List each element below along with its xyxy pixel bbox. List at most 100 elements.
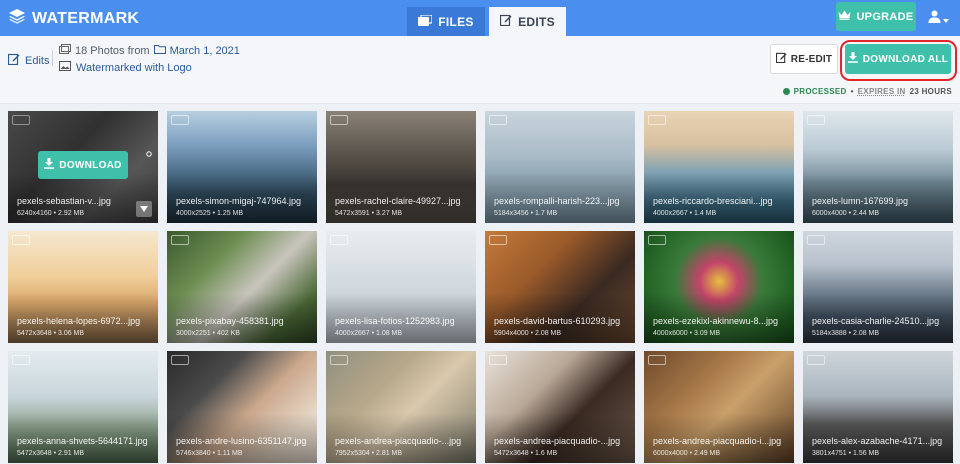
user-icon bbox=[928, 10, 941, 28]
photo-card[interactable]: pexels-andrea-piacquadio-i...jpg 6000x400… bbox=[644, 351, 794, 463]
breadcrumb-label: Edits bbox=[25, 54, 50, 67]
processing-status: PROCESSED • EXPIRES IN 23 HOURS bbox=[782, 87, 952, 96]
image-icon bbox=[59, 61, 71, 74]
watermark-logo bbox=[12, 355, 30, 365]
edit-type: Watermarked with Logo bbox=[76, 61, 192, 74]
watermark-logo bbox=[648, 235, 666, 245]
options-icon[interactable] bbox=[136, 201, 152, 217]
crown-icon bbox=[838, 10, 851, 23]
photo-count-line: 18 Photos from March 1, 2021 bbox=[59, 44, 240, 57]
photo-filename: pexels-casia-charlie-24510...jpg bbox=[812, 316, 940, 326]
photo-filename: pexels-lumn-167699.jpg bbox=[812, 196, 909, 206]
watermark-logo bbox=[12, 235, 30, 245]
photo-meta: 4000x2667 • 1.08 MB bbox=[335, 330, 403, 337]
photo-card[interactable]: pexels-rachel-claire-49927...jpg 5472x359… bbox=[326, 111, 476, 223]
tab-edits-label: EDITS bbox=[518, 14, 555, 29]
edit-icon bbox=[7, 53, 20, 68]
download-icon bbox=[847, 52, 858, 66]
photo-meta: 5904x4000 • 2.08 MB bbox=[494, 330, 562, 337]
photo-card[interactable]: pexels-anna-shvets-5644171.jpg 5472x3648 … bbox=[8, 351, 158, 463]
download-button[interactable]: DOWNLOAD bbox=[38, 151, 128, 179]
download-all-label: DOWNLOAD ALL bbox=[862, 53, 949, 65]
stack-layers-icon bbox=[8, 8, 26, 29]
photo-filename: pexels-andre-lusino-6351147.jpg bbox=[176, 436, 307, 446]
photo-filename: pexels-david-bartus-610293.jpg bbox=[494, 316, 621, 326]
photo-meta: 6000x4000 • 2.49 MB bbox=[653, 450, 721, 457]
caret-down-icon bbox=[943, 10, 949, 28]
photo-meta: 5472x3591 • 3.27 MB bbox=[335, 210, 403, 217]
download-all-button[interactable]: DOWNLOAD ALL bbox=[845, 44, 951, 74]
photo-meta: 5746x3840 • 1.11 MB bbox=[176, 450, 243, 457]
watermark-logo bbox=[489, 115, 507, 125]
photo-count: 18 Photos from bbox=[75, 44, 150, 57]
app-name: WATERMARK bbox=[32, 9, 140, 27]
photo-meta: 5472x3648 • 1.6 MB bbox=[494, 450, 558, 457]
watermark-logo bbox=[330, 355, 348, 365]
watermark-logo bbox=[807, 115, 825, 125]
re-edit-label: RE-EDIT bbox=[790, 53, 833, 65]
watermark-logo bbox=[330, 235, 348, 245]
photo-card[interactable]: pexels-david-bartus-610293.jpg 5904x4000 … bbox=[485, 231, 635, 343]
watermark-logo bbox=[171, 355, 189, 365]
tab-edits[interactable]: EDITS bbox=[489, 7, 566, 36]
cursor-icon bbox=[146, 144, 152, 162]
watermark-logo bbox=[807, 235, 825, 245]
download-icon bbox=[44, 158, 55, 172]
date-link[interactable]: March 1, 2021 bbox=[170, 45, 240, 57]
photo-filename: pexels-lisa-fotios-1252983.jpg bbox=[335, 316, 455, 326]
photo-card[interactable]: pexels-andre-lusino-6351147.jpg 5746x3840… bbox=[167, 351, 317, 463]
photo-filename: pexels-sebastian-v...jpg bbox=[17, 196, 111, 206]
photo-card[interactable]: pexels-ezekixl-akinnewu-8...jpg 4000x6000… bbox=[644, 231, 794, 343]
photo-card[interactable]: pexels-rompalli-harish-223...jpg 5184x345… bbox=[485, 111, 635, 223]
photo-filename: pexels-simon-migaj-747964.jpg bbox=[176, 196, 302, 206]
upgrade-label: UPGRADE bbox=[856, 10, 914, 23]
photo-card[interactable]: pexels-pixabay-458381.jpg 3000x2251 • 402… bbox=[167, 231, 317, 343]
photo-filename: pexels-helena-lopes-6972...jpg bbox=[17, 316, 141, 326]
tab-files[interactable]: FILES bbox=[407, 7, 485, 36]
download-label: DOWNLOAD bbox=[59, 159, 122, 171]
watermark-logo bbox=[171, 115, 189, 125]
upgrade-button[interactable]: UPGRADE bbox=[836, 2, 916, 31]
watermark-logo bbox=[807, 355, 825, 365]
re-edit-button[interactable]: RE-EDIT bbox=[770, 44, 838, 74]
watermark-logo bbox=[171, 235, 189, 245]
photo-filename: pexels-rachel-claire-49927...jpg bbox=[335, 196, 461, 206]
images-icon bbox=[418, 13, 433, 29]
photo-card[interactable]: pexels-helena-lopes-6972...jpg 5472x3648 … bbox=[8, 231, 158, 343]
edit-subheader: Edits 18 Photos from March 1, 2021 Water… bbox=[0, 36, 960, 104]
status-separator: • bbox=[850, 87, 854, 96]
status-dot bbox=[782, 88, 790, 95]
photo-card[interactable]: pexels-andrea-piacquadio-...jpg 7952x5304… bbox=[326, 351, 476, 463]
breadcrumb-edits[interactable]: Edits bbox=[7, 53, 50, 68]
photo-card[interactable]: DOWNLOAD pexels-sebastian-v...jpg 6240x416… bbox=[8, 111, 158, 223]
images-icon bbox=[59, 44, 71, 57]
photo-card[interactable]: pexels-alex-azabache-4171...jpg 3801x4751… bbox=[803, 351, 953, 463]
photo-filename: pexels-anna-shvets-5644171.jpg bbox=[17, 436, 148, 446]
photo-card[interactable]: pexels-casia-charlie-24510...jpg 5184x388… bbox=[803, 231, 953, 343]
user-menu[interactable] bbox=[928, 10, 949, 28]
photo-meta: 6000x4000 • 2.44 MB bbox=[812, 210, 880, 217]
photo-meta: 4000x2525 • 1.25 MB bbox=[176, 210, 244, 217]
photo-meta: 7952x5304 • 2.81 MB bbox=[335, 450, 403, 457]
photo-filename: pexels-rompalli-harish-223...jpg bbox=[494, 196, 620, 206]
photo-meta: 5184x3888 • 2.08 MB bbox=[812, 330, 880, 337]
top-bar: WATERMARK FILES EDITS UPGRADE bbox=[0, 0, 960, 36]
photo-card[interactable]: pexels-lisa-fotios-1252983.jpg 4000x2667 … bbox=[326, 231, 476, 343]
photo-card[interactable]: pexels-simon-migaj-747964.jpg 4000x2525 •… bbox=[167, 111, 317, 223]
watermark-logo bbox=[489, 235, 507, 245]
photo-meta: 3000x2251 • 402 KB bbox=[176, 330, 240, 337]
edit-icon bbox=[499, 14, 512, 29]
photo-card[interactable]: pexels-lumn-167699.jpg 6000x4000 • 2.44 M… bbox=[803, 111, 953, 223]
photo-filename: pexels-pixabay-458381.jpg bbox=[176, 316, 284, 326]
watermark-logo bbox=[648, 115, 666, 125]
status-processed: PROCESSED bbox=[793, 87, 847, 96]
photo-meta: 3801x4751 • 1.56 MB bbox=[812, 450, 880, 457]
status-expires-time: 23 HOURS bbox=[909, 87, 952, 96]
photo-meta: 5472x3648 • 3.06 MB bbox=[17, 330, 85, 337]
photo-grid: DOWNLOAD pexels-sebastian-v...jpg 6240x416… bbox=[8, 111, 953, 464]
photo-filename: pexels-alex-azabache-4171...jpg bbox=[812, 436, 943, 446]
photo-card[interactable]: pexels-andrea-piacquadio-...jpg 5472x3648… bbox=[485, 351, 635, 463]
app-logo[interactable]: WATERMARK bbox=[8, 8, 139, 29]
photo-card[interactable]: pexels-riccardo-bresciani...jpg 4000x2667… bbox=[644, 111, 794, 223]
breadcrumb-divider bbox=[52, 50, 53, 66]
